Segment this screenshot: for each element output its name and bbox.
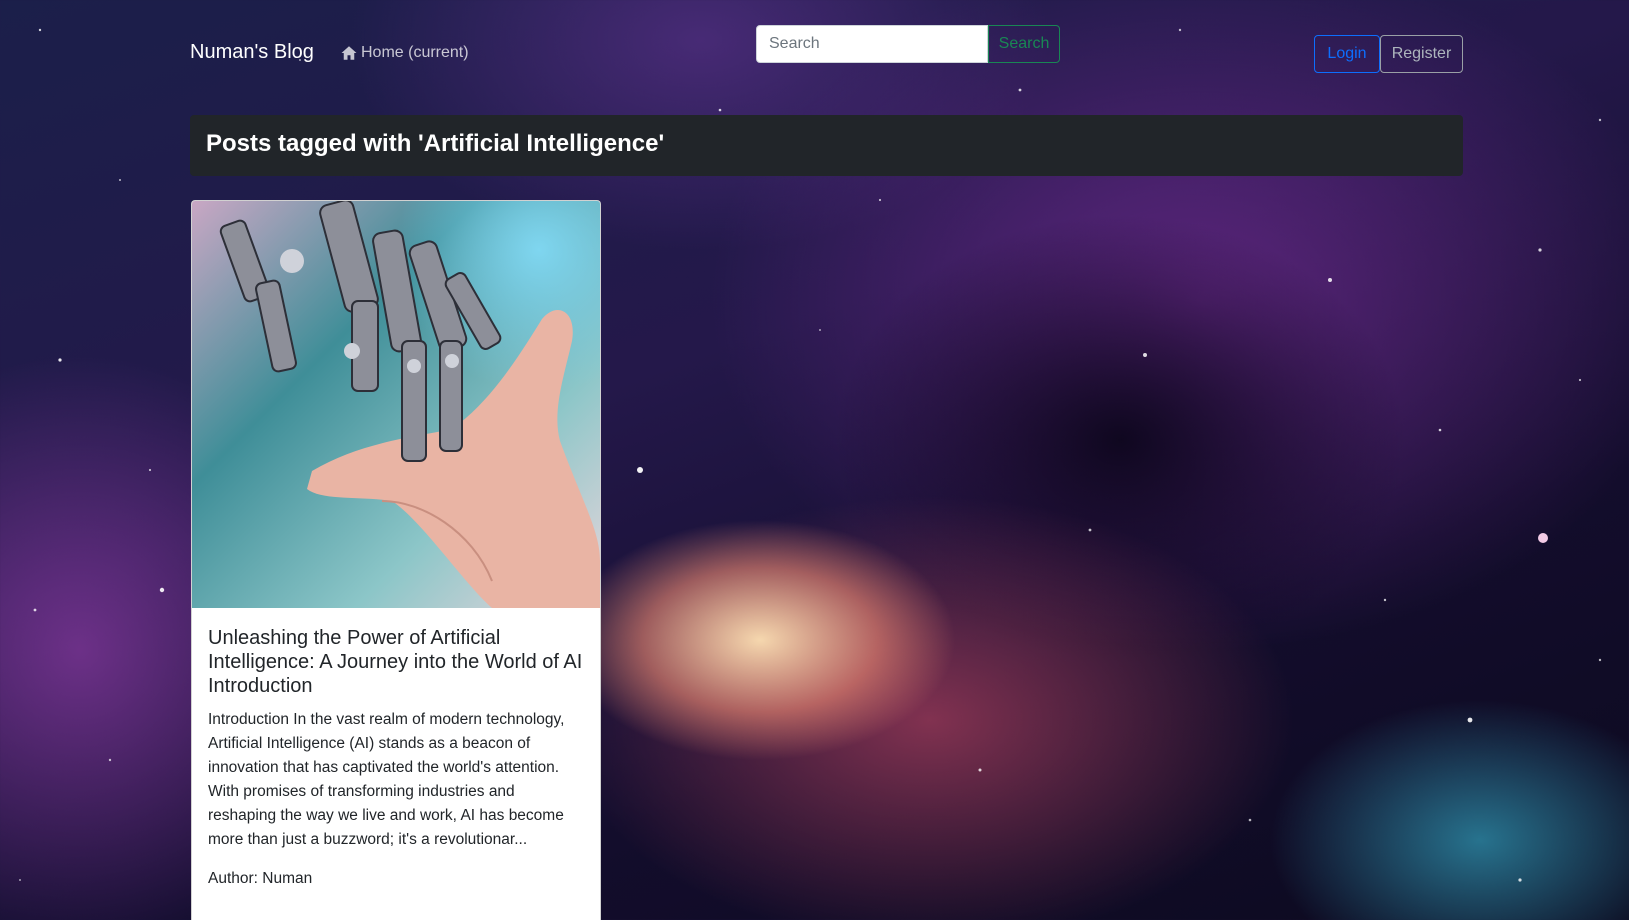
search-form: Search <box>756 25 1060 63</box>
tag-heading-bar: Posts tagged with 'Artificial Intelligen… <box>190 115 1463 176</box>
search-input[interactable] <box>756 25 988 63</box>
post-excerpt: Introduction In the vast realm of modern… <box>208 711 565 848</box>
post-author: Author: Numan <box>208 870 313 887</box>
top-navbar: Numan's Blog Home (current) Search Login… <box>190 22 1463 88</box>
post-card[interactable]: Unleashing the Power of Artificial Intel… <box>191 200 601 920</box>
register-button[interactable]: Register <box>1380 35 1463 73</box>
post-title[interactable]: Unleashing the Power of Artificial Intel… <box>208 626 584 698</box>
brand-link[interactable]: Numan's Blog <box>190 41 314 64</box>
post-card-body: Unleashing the Power of Artificial Intel… <box>192 608 600 888</box>
nav-home-link[interactable]: Home (current) <box>340 44 469 62</box>
auth-buttons: Login Register <box>1314 35 1463 73</box>
nav-home-label: Home (current) <box>361 44 469 61</box>
search-button[interactable]: Search <box>988 25 1060 63</box>
page-title: Posts tagged with 'Artificial Intelligen… <box>206 130 665 157</box>
home-icon <box>340 44 358 62</box>
post-image[interactable] <box>192 201 600 608</box>
login-button[interactable]: Login <box>1314 35 1380 73</box>
